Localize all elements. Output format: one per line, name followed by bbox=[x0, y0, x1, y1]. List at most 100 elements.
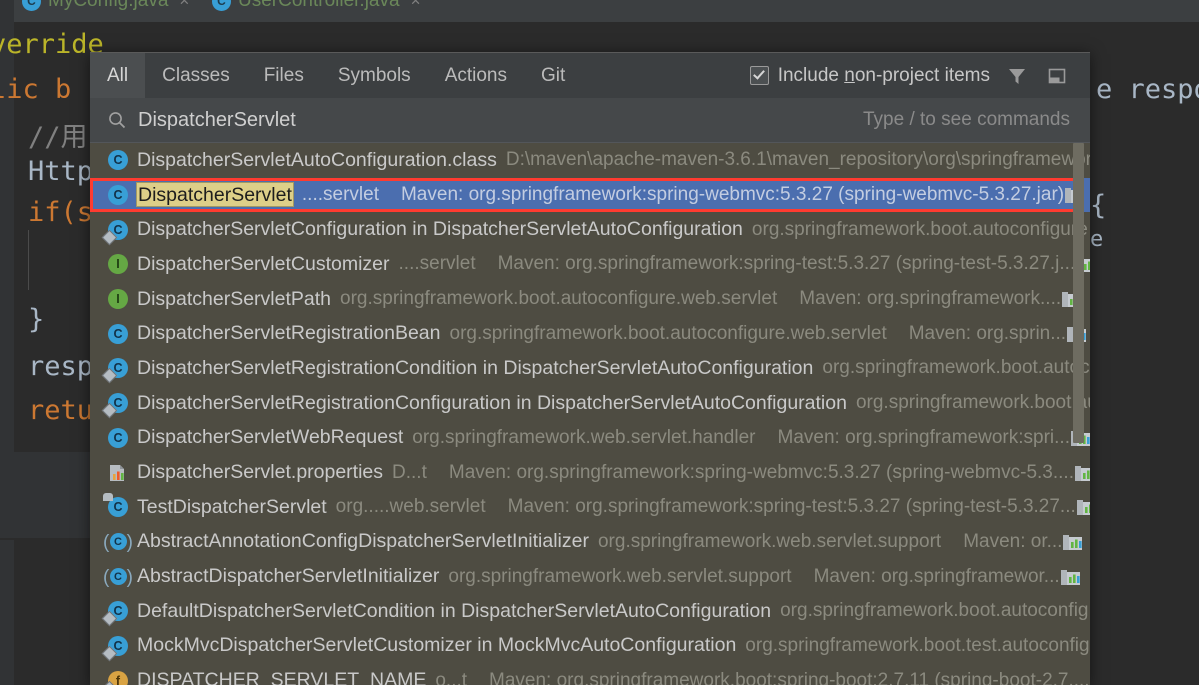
result-name: TestDispatcherServlet bbox=[137, 495, 327, 518]
class-icon: C bbox=[104, 427, 132, 449]
result-package: ....servlet bbox=[398, 253, 476, 275]
result-location: Maven: org.springframework:spri... bbox=[777, 426, 1071, 448]
list-item[interactable]: I DispatcherServletPath org.springframew… bbox=[90, 282, 1090, 317]
code-line: lic b bbox=[0, 74, 72, 105]
result-in-text: in bbox=[477, 356, 504, 379]
list-item[interactable]: C DispatcherServletRegistrationCondition… bbox=[90, 351, 1090, 386]
result-name-text: MockMvcDispatcherServletCustomizer bbox=[137, 634, 472, 657]
class-icon: C bbox=[104, 184, 132, 206]
list-item[interactable]: ( C ) AbstractDispatcherServletInitializ… bbox=[90, 559, 1090, 594]
code-line: resp bbox=[28, 351, 94, 382]
result-name: MockMvcDispatcherServletCustomizer in Mo… bbox=[132, 634, 736, 657]
interface-icon: I bbox=[104, 253, 132, 275]
editor-shade bbox=[0, 452, 90, 538]
result-location: Maven: or... bbox=[963, 530, 1063, 552]
search-hint: Type / to see commands bbox=[863, 109, 1070, 130]
result-location: Maven: org.springframewor... bbox=[813, 565, 1060, 587]
editor-shade bbox=[0, 538, 90, 540]
close-icon[interactable]: × bbox=[179, 0, 189, 11]
result-name: DispatcherServletCustomizer bbox=[137, 252, 390, 275]
inner-class-icon: C bbox=[101, 392, 132, 419]
result-parent: MockMvcAutoConfiguration bbox=[497, 634, 737, 657]
code-line: Http bbox=[28, 156, 94, 187]
checkbox-box[interactable] bbox=[749, 66, 769, 85]
code-line-right: e bbox=[1090, 227, 1104, 252]
editor-tab-label: MyConfig.java bbox=[48, 0, 169, 11]
editor-tab-usercontroller[interactable]: C UserController.java × bbox=[212, 0, 421, 12]
inner-class-icon: C bbox=[101, 635, 132, 662]
results-scrollbar[interactable] bbox=[1073, 143, 1087, 685]
result-name: DispatcherServletRegistrationConfigurati… bbox=[132, 392, 847, 415]
editor-gutter bbox=[0, 22, 14, 685]
result-location: org.springframework.boot.au bbox=[855, 392, 1090, 414]
list-item[interactable]: C DefaultDispatcherServletCondition in D… bbox=[90, 594, 1090, 629]
list-item[interactable]: C DispatcherServletAutoConfiguration.cla… bbox=[90, 143, 1090, 178]
properties-file-icon bbox=[104, 463, 132, 483]
label-mnemonic: n bbox=[844, 64, 855, 86]
inner-class-icon: C bbox=[101, 219, 132, 245]
list-item[interactable]: I DispatcherServletCustomizer ....servle… bbox=[90, 247, 1090, 282]
result-package: D...t bbox=[392, 461, 427, 483]
list-item-selected[interactable]: C DispatcherServlet ....servlet Maven: o… bbox=[90, 177, 1090, 213]
label-pre: Include bbox=[777, 64, 845, 86]
list-item[interactable]: f DISPATCHER_SERVLET_NAME o...t Maven: o… bbox=[90, 663, 1090, 685]
code-line-right: { bbox=[1090, 190, 1107, 221]
result-name: AbstractDispatcherServletInitializer bbox=[137, 565, 440, 588]
list-item[interactable]: C DispatcherServletRegistrationConfigura… bbox=[90, 386, 1090, 421]
result-in-text: in bbox=[406, 218, 433, 241]
search-input-row[interactable]: DispatcherServlet Type / to see commands bbox=[90, 98, 1090, 143]
result-name: DispatcherServletAutoConfiguration.class bbox=[137, 148, 497, 171]
list-item[interactable]: DispatcherServlet.properties D...t Maven… bbox=[90, 455, 1090, 490]
result-name: DispatcherServletWebRequest bbox=[137, 426, 404, 449]
list-item[interactable]: C MockMvcDispatcherServletCustomizer in … bbox=[90, 629, 1090, 664]
tab-classes[interactable]: Classes bbox=[145, 53, 247, 98]
code-line: retu bbox=[28, 395, 94, 426]
indent-guide bbox=[28, 230, 29, 290]
test-class-icon: C bbox=[103, 493, 132, 518]
result-parent: DispatcherServletAutoConfiguration bbox=[461, 599, 772, 622]
result-name: DispatcherServletPath bbox=[137, 287, 332, 310]
result-name: DISPATCHER_SERVLET_NAME bbox=[137, 669, 427, 685]
java-class-icon: C bbox=[212, 0, 231, 11]
results-scrollbar-thumb[interactable] bbox=[1073, 143, 1084, 443]
search-scope-tabs: All Classes Files Symbols Actions Git bbox=[90, 53, 582, 98]
code-line: if(s bbox=[28, 197, 94, 228]
search-input[interactable]: DispatcherServlet bbox=[130, 109, 296, 132]
tab-all[interactable]: All bbox=[90, 53, 146, 98]
abstract-class-icon: ( C ) bbox=[103, 566, 133, 588]
include-non-project-items-checkbox[interactable]: Include non-project items bbox=[749, 65, 990, 87]
interface-icon: I bbox=[104, 288, 132, 310]
code-line-right: e respo bbox=[1096, 74, 1199, 105]
result-name-text: DefaultDispatcherServletCondition bbox=[137, 599, 436, 622]
code-line: verride bbox=[0, 29, 104, 60]
result-name: DispatcherServlet bbox=[132, 181, 294, 207]
tab-actions[interactable]: Actions bbox=[428, 53, 524, 98]
tab-files[interactable]: Files bbox=[247, 53, 321, 98]
result-location: org.springframework.boot.autoconfig bbox=[780, 600, 1089, 622]
result-package: ....servlet bbox=[301, 184, 379, 206]
list-item[interactable]: C DispatcherServletWebRequest org.spring… bbox=[90, 421, 1090, 456]
list-item[interactable]: C TestDispatcherServlet org.....web.serv… bbox=[90, 490, 1090, 525]
result-name-text: DispatcherServletRegistrationCondition bbox=[137, 356, 478, 379]
editor-tab-myconfig[interactable]: C MyConfig.java × bbox=[22, 0, 189, 12]
result-location: org.springframework.boot.autoconfigure bbox=[751, 218, 1088, 240]
result-location: org.springframework.boot.test.autoconfig bbox=[745, 634, 1090, 656]
close-icon[interactable]: × bbox=[411, 0, 421, 11]
list-item[interactable]: C DispatcherServletConfiguration in Disp… bbox=[90, 212, 1090, 247]
result-location: Maven: org.springframework:spring-test:5… bbox=[497, 253, 1076, 275]
match-highlight: DispatcherServlet bbox=[136, 181, 294, 207]
tab-symbols[interactable]: Symbols bbox=[321, 53, 428, 98]
result-name-text: DispatcherServletRegistrationConfigurati… bbox=[137, 391, 511, 414]
search-icon bbox=[104, 110, 130, 130]
result-package: org.springframework.boot.autoconfigure.w… bbox=[340, 288, 778, 310]
preview-panel-icon[interactable] bbox=[1044, 63, 1070, 89]
list-item[interactable]: C DispatcherServletRegistrationBean org.… bbox=[90, 316, 1090, 351]
header-controls: Include non-project items bbox=[749, 53, 1090, 98]
filter-icon[interactable] bbox=[1004, 63, 1030, 89]
include-non-project-items-label: Include non-project items bbox=[778, 65, 990, 87]
list-item[interactable]: ( C ) AbstractAnnotationConfigDispatcher… bbox=[90, 525, 1090, 560]
editor-tab-bar: C MyConfig.java × C UserController.java … bbox=[0, 0, 1199, 22]
tab-git[interactable]: Git bbox=[524, 53, 582, 98]
search-results-list: C DispatcherServletAutoConfiguration.cla… bbox=[90, 143, 1090, 685]
result-name: DispatcherServlet.properties bbox=[137, 461, 384, 484]
